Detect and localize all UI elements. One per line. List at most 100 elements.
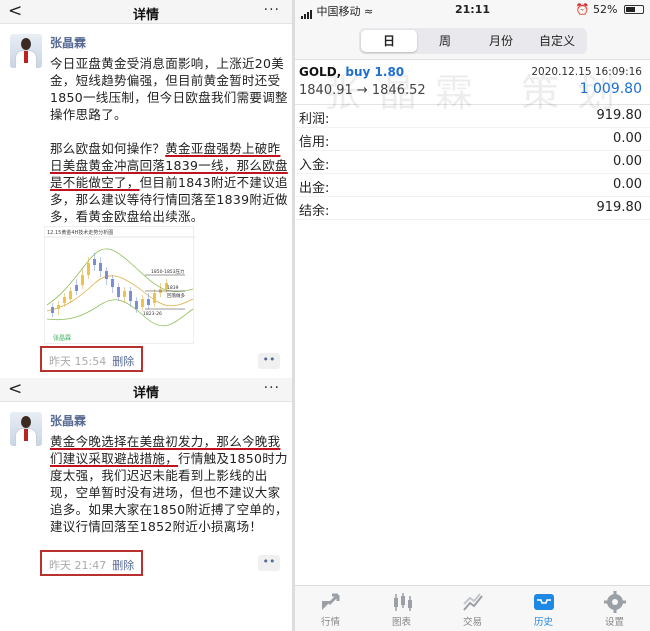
period-tab[interactable]: 自定义 xyxy=(529,30,585,52)
chart-icon xyxy=(366,590,437,614)
summary-label: 信用: xyxy=(299,135,330,150)
period-toolbar: 日周月份 自定义 xyxy=(295,20,650,60)
bottom-tab-bar: 行情 图表 交易 历史 设置 xyxy=(295,585,650,631)
settings-icon xyxy=(579,590,650,614)
candle-body xyxy=(87,263,90,275)
comment-button[interactable]: •• xyxy=(258,353,280,369)
candle-body xyxy=(57,305,60,309)
post-meta-box: 昨天 15:54 删除 xyxy=(40,346,144,372)
trade-profit: 1 009.80 xyxy=(579,81,642,97)
tab-settings[interactable]: 设置 xyxy=(579,586,650,631)
avatar[interactable] xyxy=(10,34,42,68)
summary-value: 919.80 xyxy=(596,200,643,215)
summary-label: 利润: xyxy=(299,112,330,127)
summary-value: 0.00 xyxy=(613,131,642,146)
summary-value: 919.80 xyxy=(596,108,643,123)
tab-quotes[interactable]: 行情 xyxy=(295,586,366,631)
battery-percent: 52% xyxy=(593,3,618,16)
candle-body xyxy=(51,307,54,313)
trade-prices: 1840.91 → 1846.52 xyxy=(299,83,426,98)
candle-body xyxy=(93,259,96,265)
post-meta-box: 昨天 21:47 删除 xyxy=(40,550,144,576)
chart-caption: 12.15黄金4H技术走势分析图 xyxy=(47,229,113,236)
post-image-candlestick-chart[interactable]: 12.15黄金4H技术走势分析图 1850-1853压力 1839 回落做多 1… xyxy=(44,226,195,344)
tab-trade[interactable]: 交易 xyxy=(437,586,508,631)
quotes-icon xyxy=(295,590,366,614)
summary-label: 出金: xyxy=(299,181,330,196)
nav-title: 详情 xyxy=(132,386,159,401)
tab-label: 历史 xyxy=(533,617,553,628)
candle-body xyxy=(141,299,144,307)
more-menu-icon[interactable]: ··· xyxy=(264,2,280,18)
author-name[interactable]: 张晶霖 xyxy=(50,412,86,429)
delete-link[interactable]: 删除 xyxy=(112,355,134,368)
period-segmented-control: 日周月份 自定义 xyxy=(359,28,587,54)
candle-body xyxy=(81,275,84,285)
post-text: 今日亚盘黄金受消息面影响，上涨近20美金，短线趋势偏强，但目前黄金暂时还受185… xyxy=(50,55,288,242)
candle-body xyxy=(75,285,78,291)
tab-label: 图表 xyxy=(391,617,411,628)
candle-body xyxy=(117,287,120,297)
candle-body xyxy=(147,299,150,305)
delete-link[interactable]: 删除 xyxy=(112,559,134,572)
avatar[interactable] xyxy=(10,412,42,446)
trade-symbol: GOLD, buy 1.80 xyxy=(299,65,404,79)
candle-body xyxy=(135,301,138,309)
candle-body xyxy=(63,297,66,303)
account-summary: 利润: 919.80 信用: 0.00 入金: 0.00 出金: 0.00 结余: 919.80 xyxy=(295,105,650,220)
trade-side: buy 1.80 xyxy=(345,65,405,79)
status-bar: 中国移动 ≈ 21:11 ⏰ 52% xyxy=(295,0,650,20)
post-text: 黄金今晚选择在美盘初发力，那么今晚我们建议采取避战措施，行情触及1850时力度太… xyxy=(50,433,288,552)
post-text-plain: 那么欧盘如何操作？ xyxy=(50,141,166,156)
summary-row: 信用: 0.00 xyxy=(295,128,650,151)
moment-detail-2: < 详情 ··· 张晶霖 黄金今晚选择在美盘初发力，那么今晚我们建议采取避战措施… xyxy=(0,378,292,631)
summary-value: 0.00 xyxy=(613,154,642,169)
more-menu-icon[interactable]: ··· xyxy=(264,380,280,396)
candle-body xyxy=(111,279,114,287)
post-paragraph: 黄金今晚选择在美盘初发力，那么今晚我们建议采取避战措施，行情触及1850时力度太… xyxy=(50,433,288,535)
chart-label: 1850-1853压力 xyxy=(151,268,185,275)
summary-row: 出金: 0.00 xyxy=(295,174,650,197)
period-tab[interactable]: 周 xyxy=(417,30,473,52)
post-time: 昨天 21:47 xyxy=(49,559,107,572)
trade-icon xyxy=(437,590,508,614)
alarm-icon: ⏰ xyxy=(575,3,590,16)
tab-history[interactable]: 历史 xyxy=(508,586,579,631)
tab-chart[interactable]: 图表 xyxy=(366,586,437,631)
summary-label: 入金: xyxy=(299,158,330,173)
candle-body xyxy=(129,291,132,301)
post-time: 昨天 15:54 xyxy=(49,355,107,368)
comment-button[interactable]: •• xyxy=(258,555,280,571)
nav-title: 详情 xyxy=(132,8,159,23)
nav-bar: < 详情 ··· xyxy=(0,378,292,402)
summary-row: 入金: 0.00 xyxy=(295,151,650,174)
tab-label: 设置 xyxy=(604,617,624,628)
candle-body xyxy=(69,291,72,299)
moment-detail-1: < 详情 ··· 张晶霖 今日亚盘黄金受消息面影响，上涨近20美金，短线趋势偏强… xyxy=(0,0,292,378)
tab-label: 行情 xyxy=(320,617,340,628)
screenshot-root: < 详情 ··· 张晶霖 今日亚盘黄金受消息面影响，上涨近20美金，短线趋势偏强… xyxy=(0,0,650,631)
author-name[interactable]: 张晶霖 xyxy=(50,34,86,51)
summary-value: 0.00 xyxy=(613,177,642,192)
summary-row: 利润: 919.80 xyxy=(295,105,650,128)
tab-label: 交易 xyxy=(462,617,482,628)
period-tab[interactable]: 日 xyxy=(361,30,417,52)
trade-row[interactable]: 张晶霖 策划 GOLD, buy 1.80 2020.12.15 16:09:1… xyxy=(295,60,650,115)
nav-bar: < 详情 ··· xyxy=(0,0,292,24)
chart-signature: 张晶霖 xyxy=(53,334,71,342)
symbol: GOLD, xyxy=(299,65,342,79)
candle-body xyxy=(123,291,126,297)
post-paragraph: 那么欧盘如何操作？黄金亚盘强势上破昨日美盘黄金冲高回落1839一线，那么欧盘是不… xyxy=(50,140,288,225)
summary-label: 结余: xyxy=(299,204,330,219)
chart-label: 1839 xyxy=(167,285,179,291)
battery-status: ⏰ 52% xyxy=(576,3,644,16)
period-tab[interactable]: 月份 xyxy=(473,30,529,52)
trade-time: 2020.12.15 16:09:16 xyxy=(531,66,642,78)
candle-body xyxy=(153,293,156,303)
post-paragraph: 今日亚盘黄金受消息面影响，上涨近20美金，短线趋势偏强，但目前黄金暂时还受185… xyxy=(50,56,288,122)
candle-body xyxy=(105,271,108,279)
summary-row: 结余: 919.80 xyxy=(295,197,650,220)
chart-label: 1823-26 xyxy=(143,311,162,317)
candle-body xyxy=(99,263,102,271)
chart-label: 回落做多 xyxy=(167,292,185,299)
